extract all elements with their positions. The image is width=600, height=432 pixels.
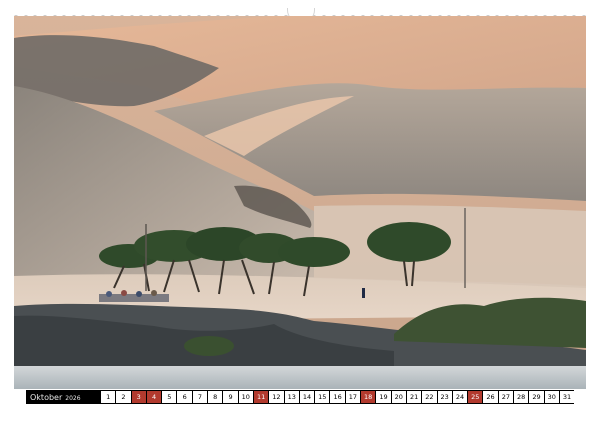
- day-cell: 16: [330, 391, 345, 403]
- day-cell: 8: [208, 391, 223, 403]
- day-cell: 1: [101, 391, 116, 403]
- day-cell: 20: [391, 391, 406, 403]
- day-cell: 7: [192, 391, 208, 403]
- day-cell: 5: [162, 391, 177, 403]
- day-cell: 15: [315, 391, 330, 403]
- day-cell: 22: [422, 391, 437, 403]
- day-cell: 27: [498, 391, 514, 403]
- hazy-plain: [314, 205, 586, 288]
- year-label: 2026: [65, 394, 81, 402]
- month-name: Oktober: [30, 392, 63, 402]
- month-label: Oktober 2026: [26, 393, 100, 402]
- landscape-photo: [14, 16, 586, 389]
- day-cell: 14: [299, 391, 315, 403]
- day-cell: 17: [345, 391, 361, 403]
- day-cell: 26: [483, 391, 498, 403]
- day-cell: 11: [253, 391, 269, 403]
- day-cell: 31: [559, 391, 575, 403]
- day-cell: 30: [544, 391, 559, 403]
- day-cell: 12: [269, 391, 284, 403]
- day-cell: 13: [284, 391, 299, 403]
- day-strip: 1 2 3 4 5 6 7 8 9 10 11 12 13 14 15 16 17 18 19 20 21 22 23 24 2…: [101, 391, 575, 403]
- day-cell: 10: [238, 391, 253, 403]
- day-cell: 21: [406, 391, 422, 403]
- desert-nile-scene: [14, 16, 586, 389]
- day-cell: 2: [116, 391, 131, 403]
- day-cell: 6: [177, 391, 192, 403]
- day-cell: 23: [437, 391, 452, 403]
- day-cell: 29: [529, 391, 544, 403]
- day-cell: 9: [223, 391, 238, 403]
- shrub: [184, 336, 234, 356]
- calendar-bar: Oktober 2026 1 2 3 4 5 6 7 8 9 10 11 12 13 14 15 16 17 18…: [26, 390, 575, 404]
- day-cell: 28: [514, 391, 529, 403]
- river-water: [14, 366, 586, 389]
- day-cell: 3: [131, 391, 146, 403]
- day-cell: 25: [468, 391, 483, 403]
- day-cell: 18: [361, 391, 376, 403]
- person: [362, 288, 365, 298]
- day-cell: 4: [146, 391, 162, 403]
- day-cell: 24: [452, 391, 468, 403]
- right-tree-canopy: [367, 222, 451, 262]
- day-cell: 19: [376, 391, 391, 403]
